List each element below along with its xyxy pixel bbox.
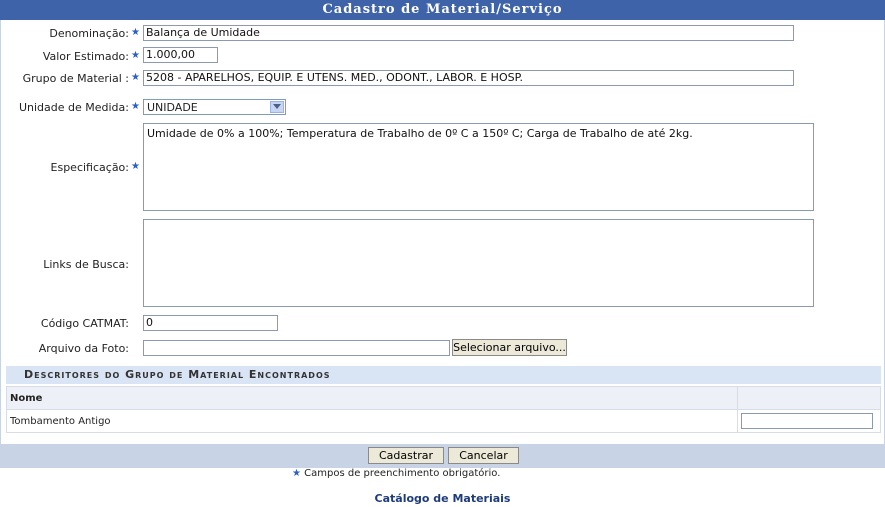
links-busca-label: Links de Busca: [43, 258, 129, 271]
unidade-medida-select[interactable]: UNIDADE [143, 99, 286, 115]
required-note-text: Campos de preenchimento obrigatório. [304, 468, 501, 479]
especificacao-label: Especificação: [50, 161, 129, 174]
denominacao-input[interactable]: Balança de Umidade [143, 25, 794, 41]
required-star-icon: ★ [131, 72, 140, 83]
required-star-icon: ★ [131, 27, 140, 38]
required-star-icon: ★ [131, 161, 140, 172]
valor-estimado-input[interactable]: 1.000,00 [143, 47, 218, 63]
especificacao-textarea[interactable]: Umidade de 0% a 100%; Temperatura de Tra… [143, 123, 814, 211]
required-star-icon: ★ [292, 468, 301, 479]
descriptors-section-title: Descritores do Grupo de Material Encontr… [24, 368, 331, 381]
arquivo-foto-label: Arquivo da Foto: [38, 342, 129, 355]
chevron-down-icon[interactable] [270, 101, 284, 113]
unidade-medida-value: UNIDADE [147, 101, 198, 114]
cadastrar-button[interactable]: Cadastrar [368, 447, 444, 464]
required-note: ★ Campos de preenchimento obrigatório. [292, 468, 500, 479]
catmat-label: Código CATMAT: [40, 317, 129, 330]
grupo-material-input[interactable]: 5208 - APARELHOS, EQUIP. E UTENS. MED., … [143, 70, 794, 86]
arquivo-foto-input[interactable] [143, 340, 450, 356]
denominacao-label: Denominação: [49, 27, 129, 40]
select-file-button[interactable]: Selecionar arquivo... [452, 339, 567, 356]
descriptors-section-header: Descritores do Grupo de Material Encontr… [6, 366, 881, 384]
column-header-nome: Nome [6, 386, 738, 410]
unidade-medida-label: Unidade de Medida: [18, 101, 129, 114]
catalogo-materiais-link[interactable]: Catálogo de Materiais [0, 492, 885, 505]
page-title: Cadastro de Material/Serviço [0, 0, 885, 20]
table-header-row: Nome [6, 386, 881, 410]
catmat-input[interactable]: 0 [143, 315, 278, 331]
descriptor-value-cell [737, 409, 881, 433]
table-row: Tombamento Antigo [6, 409, 881, 433]
valor-estimado-label: Valor Estimado: [42, 50, 129, 63]
required-star-icon: ★ [131, 101, 140, 112]
descriptors-table: Nome Tombamento Antigo [6, 386, 881, 433]
column-header-value [737, 386, 881, 410]
required-star-icon: ★ [131, 50, 140, 61]
descriptor-name: Tombamento Antigo [6, 409, 738, 433]
grupo-material-label: Grupo de Material : [22, 72, 129, 85]
cancelar-button[interactable]: Cancelar [448, 447, 519, 464]
links-busca-textarea[interactable] [143, 219, 814, 307]
descriptor-value-input[interactable] [741, 413, 873, 429]
